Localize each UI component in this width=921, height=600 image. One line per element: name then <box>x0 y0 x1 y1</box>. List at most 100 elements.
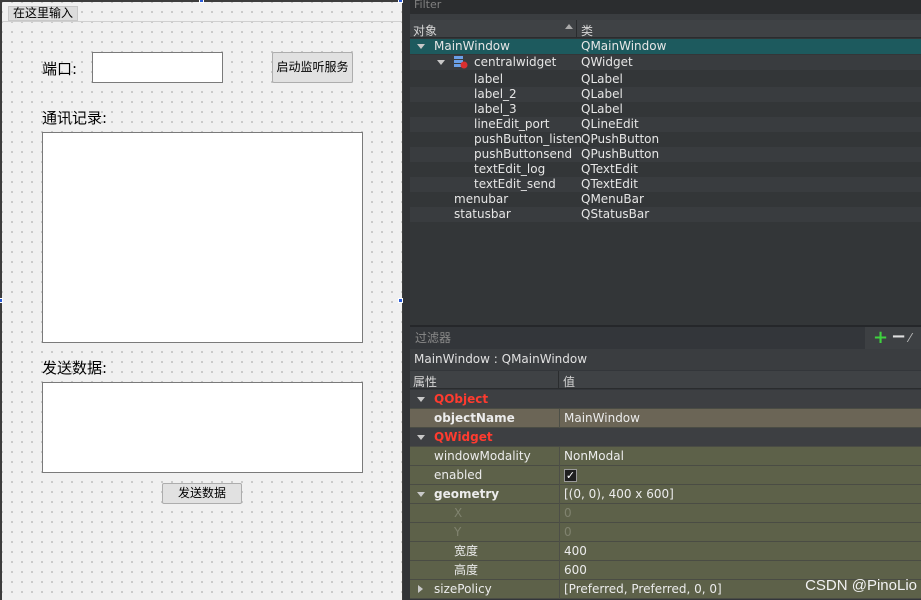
value-separator <box>559 580 560 599</box>
header-separator[interactable] <box>576 20 577 38</box>
object-tree-header: 对象 类 <box>410 20 921 38</box>
expand-arrow-icon[interactable] <box>437 60 445 65</box>
collapse-arrow-icon[interactable] <box>417 435 425 440</box>
property-filter-input[interactable]: 过滤器 <box>410 327 865 349</box>
splitter[interactable] <box>403 0 410 600</box>
prop-geometry-y[interactable]: Y 0 <box>410 523 921 542</box>
widget-icon <box>454 56 468 69</box>
value-separator <box>559 504 560 523</box>
tree-row-class: QWidget <box>581 55 633 69</box>
label-log[interactable]: 通讯记录: <box>42 109 107 127</box>
value-separator <box>559 561 560 580</box>
resize-handle-left[interactable] <box>0 298 3 303</box>
section-qobject[interactable]: QObject <box>410 390 921 409</box>
prop-geometry-x[interactable]: X 0 <box>410 504 921 523</box>
minus-icon[interactable]: − <box>891 328 906 346</box>
port-input[interactable] <box>92 52 223 83</box>
value-separator <box>559 447 560 466</box>
start-listen-button[interactable]: 启动监听服务 <box>272 52 353 83</box>
expand-arrow-icon[interactable] <box>418 585 423 593</box>
plus-icon[interactable]: + <box>873 329 888 347</box>
right-dock: Filter 对象 类 MainWindow QMainWindow centr… <box>410 0 921 600</box>
menubar-divider <box>2 21 402 22</box>
tree-row-name: label_3 <box>474 102 517 116</box>
tree-row-lineedit-port[interactable]: lineEdit_port QLineEdit <box>410 117 921 132</box>
property-toolbar: + − ⁄ <box>865 327 921 349</box>
resize-handle-top[interactable] <box>199 0 204 3</box>
selected-object-label: MainWindow : QMainWindow <box>410 349 921 370</box>
prop-value[interactable]: 0 <box>564 523 572 542</box>
column-property[interactable]: 属性 <box>413 373 437 390</box>
prop-windowmodality[interactable]: windowModality NonModal <box>410 447 921 466</box>
tree-row-name: MainWindow <box>434 39 510 53</box>
tree-row-name: textEdit_log <box>474 162 546 176</box>
value-separator <box>559 542 560 561</box>
value-separator <box>559 485 560 504</box>
value-separator <box>559 523 560 542</box>
prop-geometry[interactable]: geometry [(0, 0), 400 x 600] <box>410 485 921 504</box>
prop-name: X <box>454 506 463 520</box>
enabled-checkbox[interactable]: ✓ <box>564 469 577 482</box>
send-data-button[interactable]: 发送数据 <box>162 483 242 504</box>
prop-value[interactable]: 0 <box>564 504 572 523</box>
expand-arrow-icon[interactable] <box>417 44 425 49</box>
tree-row-label-2[interactable]: label_2 QLabel <box>410 87 921 102</box>
tree-row-label-3[interactable]: label_3 QLabel <box>410 102 921 117</box>
send-textedit[interactable] <box>42 382 363 473</box>
tree-row-class: QLineEdit <box>581 117 639 131</box>
prop-name: 高度 <box>454 563 479 577</box>
tree-row-pushbutton-listen[interactable]: pushButton_listen QPushButton <box>410 132 921 147</box>
log-textedit[interactable] <box>42 132 363 343</box>
column-value[interactable]: 值 <box>563 373 575 390</box>
section-title: QWidget <box>434 430 493 444</box>
tree-row-class: QPushButton <box>581 147 660 161</box>
prop-value[interactable]: 400 <box>564 542 587 561</box>
object-filter-input[interactable]: Filter <box>410 0 921 14</box>
prop-name: objectName <box>434 411 515 425</box>
tree-row-name: lineEdit_port <box>474 117 550 131</box>
property-editor: 过滤器 + − ⁄ MainWindow : QMainWindow 属性 值 … <box>410 327 921 600</box>
prop-value[interactable]: 600 <box>564 561 587 580</box>
tree-row-class: QLabel <box>581 102 623 116</box>
tree-row-class: QTextEdit <box>581 177 638 191</box>
tree-row-mainwindow[interactable]: MainWindow QMainWindow <box>410 39 921 54</box>
tree-row-textedit-send[interactable]: textEdit_send QTextEdit <box>410 177 921 192</box>
value-separator <box>559 466 560 485</box>
tree-row-class: QMenuBar <box>581 192 644 206</box>
tree-row-statusbar[interactable]: statusbar QStatusBar <box>410 207 921 222</box>
column-object[interactable]: 对象 <box>413 22 437 39</box>
sort-up-icon <box>565 24 573 29</box>
column-class[interactable]: 类 <box>581 22 593 39</box>
prop-name: windowModality <box>434 449 531 463</box>
tree-row-pushbuttonsend[interactable]: pushButtonsend QPushButton <box>410 147 921 162</box>
menubar-type-here[interactable]: 在这里输入 <box>8 6 79 21</box>
tree-row-class: QPushButton <box>581 132 660 146</box>
label-port[interactable]: 端口: <box>42 60 77 78</box>
prop-geometry-width[interactable]: 宽度 400 <box>410 542 921 561</box>
tree-row-centralwidget[interactable]: centralwidget QWidget <box>410 55 921 70</box>
wrench-icon[interactable]: ⁄ <box>909 331 921 345</box>
tree-row-class: QTextEdit <box>581 162 638 176</box>
tree-row-label[interactable]: label QLabel <box>410 72 921 87</box>
tree-row-textedit-log[interactable]: textEdit_log QTextEdit <box>410 162 921 177</box>
tree-row-class: QMainWindow <box>581 39 667 53</box>
collapse-arrow-icon[interactable] <box>417 397 425 402</box>
section-qwidget[interactable]: QWidget <box>410 428 921 447</box>
prop-value[interactable]: [(0, 0), 400 x 600] <box>564 485 674 504</box>
label-send[interactable]: 发送数据: <box>42 359 107 377</box>
watermark: CSDN @PinoLio <box>805 577 917 594</box>
tree-row-name: label <box>474 72 504 86</box>
prop-value[interactable]: MainWindow <box>564 409 640 428</box>
header-separator[interactable] <box>558 371 559 389</box>
tree-row-class: QLabel <box>581 87 623 101</box>
tree-row-class: QLabel <box>581 72 623 86</box>
form-canvas[interactable]: 在这里输入 端口: 启动监听服务 通讯记录: 发送数据: 发送数据 <box>2 2 402 600</box>
prop-value[interactable]: NonModal <box>564 447 624 466</box>
prop-value[interactable]: [Preferred, Preferred, 0, 0] <box>564 580 722 599</box>
prop-enabled[interactable]: enabled ✓ <box>410 466 921 485</box>
tree-row-menubar[interactable]: menubar QMenuBar <box>410 192 921 207</box>
tree-row-name: centralwidget <box>474 55 557 69</box>
prop-objectname[interactable]: objectName MainWindow <box>410 409 921 428</box>
collapse-arrow-icon[interactable] <box>417 492 425 497</box>
form-designer-area: 在这里输入 端口: 启动监听服务 通讯记录: 发送数据: 发送数据 <box>0 0 403 600</box>
